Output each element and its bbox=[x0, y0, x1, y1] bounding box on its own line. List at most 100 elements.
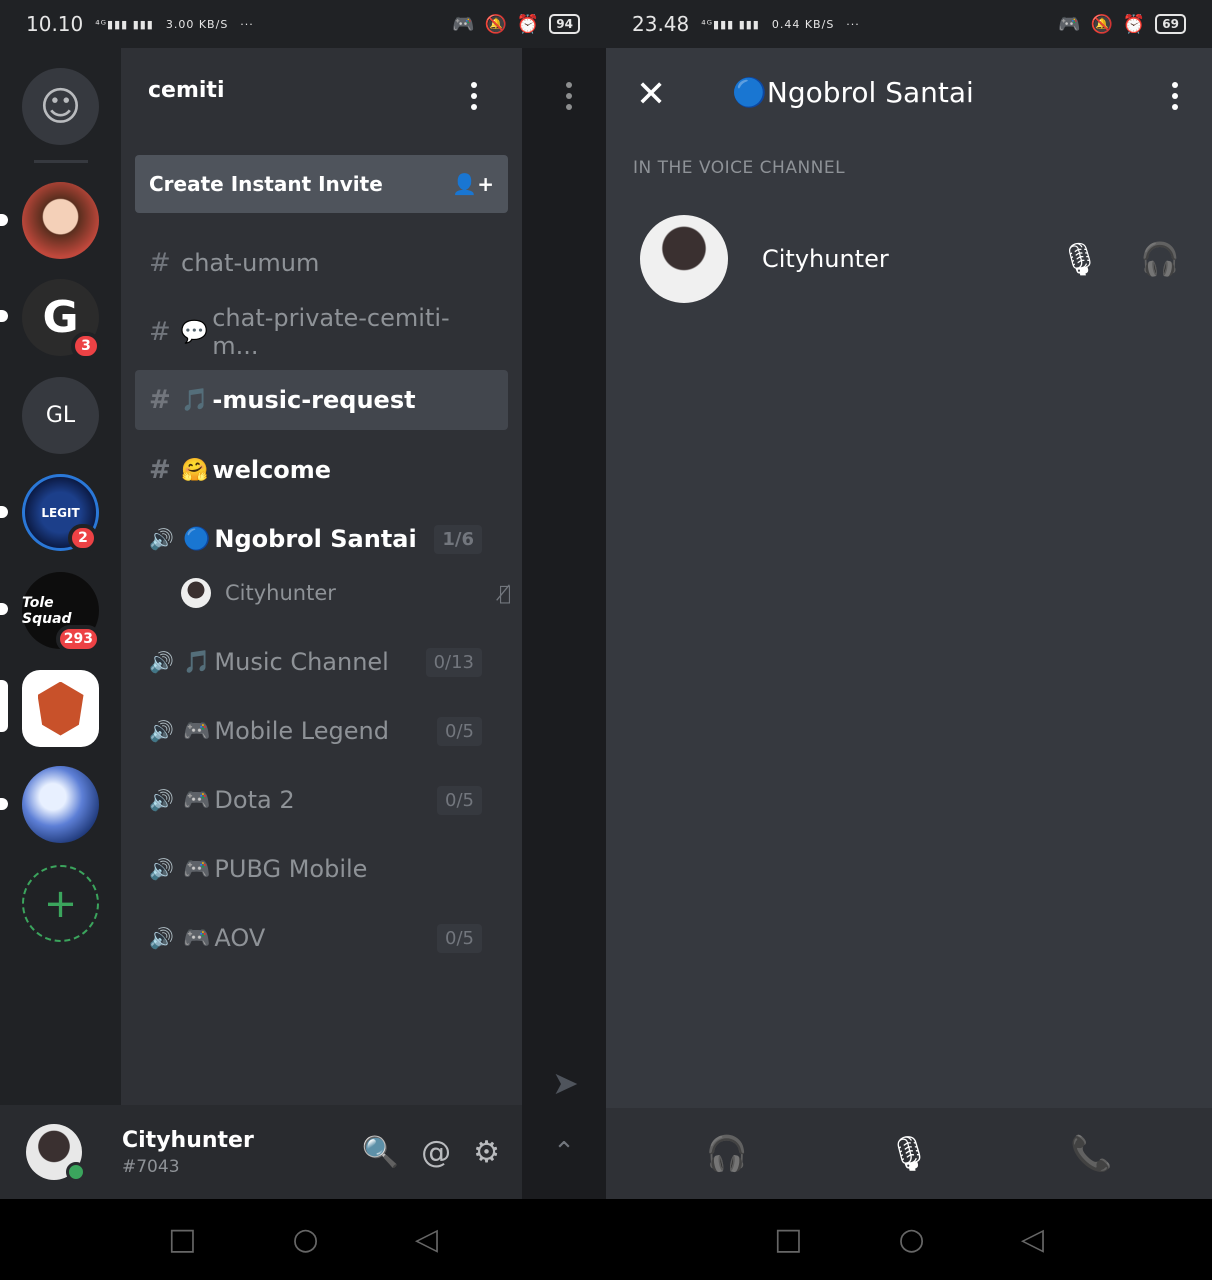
server-avatar-gl[interactable]: GL bbox=[22, 377, 99, 454]
hash-icon: # bbox=[149, 385, 171, 415]
recents-icon[interactable]: □ bbox=[168, 1222, 196, 1257]
speaker-icon: 🔊 bbox=[149, 527, 174, 551]
mic-muted-icon: 🎙̸ bbox=[498, 581, 511, 605]
back-icon[interactable]: ◁ bbox=[415, 1222, 438, 1257]
channel-name: welcome bbox=[212, 456, 332, 484]
server-name[interactable]: cemiti bbox=[148, 78, 224, 103]
avatar bbox=[181, 578, 211, 608]
mention-badge: 2 bbox=[68, 524, 98, 552]
friends-icon[interactable]: ☺ bbox=[22, 68, 99, 145]
hash-icon: # bbox=[149, 248, 171, 278]
channel-emoji: 🎮 bbox=[183, 718, 211, 744]
voice-controls: 🎧 🎙 📞 bbox=[606, 1108, 1212, 1199]
voice-channel-pubg[interactable]: 🔊 🎮 PUBG Mobile bbox=[135, 839, 508, 899]
channel-music-request[interactable]: # 🎵 -music-request bbox=[135, 370, 508, 430]
back-icon[interactable]: ◁ bbox=[1021, 1222, 1044, 1257]
section-label: IN THE VOICE CHANNEL bbox=[633, 158, 846, 178]
channel-emoji: 🔵 bbox=[732, 76, 767, 109]
status-bar: 23.48 ⁴ᴳ▮▮▮ ▮▮▮ 0.44 KB/S ··· 🎮 🔕 ⏰ 69 bbox=[606, 0, 1212, 48]
recents-icon[interactable]: □ bbox=[774, 1222, 802, 1257]
chat-menu-icon[interactable] bbox=[566, 82, 572, 110]
user-count: 0/5 bbox=[437, 785, 482, 815]
voice-channel-music[interactable]: 🔊 🎵 Music Channel 0/13 bbox=[135, 632, 508, 692]
channel-emoji: 🎮 bbox=[183, 787, 211, 813]
voice-title-text: Ngobrol Santai bbox=[766, 76, 974, 109]
user-count: 0/5 bbox=[437, 716, 482, 746]
avatar[interactable] bbox=[26, 1124, 86, 1182]
unread-pill bbox=[0, 214, 8, 226]
home-icon[interactable]: ○ bbox=[293, 1222, 319, 1257]
server-menu-icon[interactable] bbox=[471, 82, 477, 110]
channel-name: PUBG Mobile bbox=[214, 855, 368, 883]
speaker-icon: 🔊 bbox=[149, 857, 174, 881]
signal-icon: ⁴ᴳ▮▮▮ ▮▮▮ bbox=[701, 17, 760, 31]
home-icon[interactable]: ○ bbox=[899, 1222, 925, 1257]
channel-name: chat-umum bbox=[181, 249, 320, 277]
server-avatar-squad[interactable]: Tole Squad 293 bbox=[22, 572, 101, 653]
selected-pill bbox=[0, 680, 8, 732]
user-tag: #7043 bbox=[122, 1156, 180, 1177]
online-status-icon bbox=[66, 1162, 86, 1182]
speaker-icon: 🔊 bbox=[149, 719, 174, 743]
server-avatar-7[interactable] bbox=[22, 766, 99, 843]
alarm-icon: ⏰ bbox=[1122, 13, 1146, 35]
status-bar: 10.10 ⁴ᴳ▮▮▮ ▮▮▮ 3.00 KB/S ··· 🎮 🔕 ⏰ 94 bbox=[0, 0, 606, 48]
more-icon: ··· bbox=[240, 17, 254, 31]
alarm-icon: ⏰ bbox=[516, 13, 540, 35]
battery-icon: 69 bbox=[1155, 14, 1186, 34]
user-name: Cityhunter bbox=[122, 1127, 254, 1153]
status-time: 10.10 bbox=[26, 12, 84, 36]
channel-name: AOV bbox=[214, 924, 266, 952]
mention-icon[interactable]: @ bbox=[421, 1135, 451, 1170]
server-avatar-g[interactable]: G 3 bbox=[22, 279, 101, 360]
microphone-icon: 🎙 bbox=[1059, 240, 1101, 278]
voice-header: ✕ 🔵Ngobrol Santai bbox=[606, 48, 1212, 144]
channel-name: chat-private-cemiti-m... bbox=[212, 304, 450, 360]
voice-channel-mobile-legend[interactable]: 🔊 🎮 Mobile Legend 0/5 bbox=[135, 701, 508, 761]
chevron-up-icon[interactable]: ⌃ bbox=[522, 1105, 606, 1199]
mute-icon: 🔕 bbox=[1090, 13, 1113, 35]
server-avatar-cemiti[interactable] bbox=[22, 670, 99, 747]
chat-overlay: ➤ bbox=[522, 48, 606, 1105]
locked-hash-icon: # bbox=[149, 317, 171, 347]
voice-menu-icon[interactable] bbox=[1172, 82, 1178, 110]
voice-channel-aov[interactable]: 🔊 🎮 AOV 0/5 bbox=[135, 908, 508, 968]
send-icon[interactable]: ➤ bbox=[552, 1064, 579, 1102]
unread-pill bbox=[0, 798, 8, 810]
headphones-icon: 🎧 bbox=[1140, 240, 1180, 278]
channel-name: -music-request bbox=[212, 386, 416, 414]
net-speed: 0.44 KB/S bbox=[771, 17, 835, 31]
user-count: 1/6 bbox=[434, 524, 482, 554]
gear-icon[interactable]: ⚙ bbox=[473, 1135, 500, 1170]
search-icon[interactable]: 🔍 bbox=[362, 1135, 399, 1170]
unread-pill bbox=[0, 603, 8, 615]
unread-pill bbox=[0, 310, 8, 322]
voice-channel-ngobrol[interactable]: 🔊 🔵 Ngobrol Santai 1/6 bbox=[135, 509, 508, 569]
channel-emoji: 🔵 bbox=[183, 526, 211, 552]
channel-welcome[interactable]: # 🤗 welcome bbox=[135, 440, 508, 500]
speaker-icon: 🔊 bbox=[149, 926, 174, 950]
unread-pill bbox=[0, 506, 8, 518]
disconnect-button[interactable]: 📞 bbox=[1070, 1134, 1112, 1174]
server-avatar-legit[interactable]: LEGIT 2 bbox=[22, 474, 99, 552]
headphones-icon: 🎧 bbox=[705, 1133, 749, 1174]
nav-bar: □ ○ ◁ bbox=[606, 1199, 1212, 1280]
deafen-button[interactable]: 🎧 bbox=[706, 1134, 748, 1174]
hugging-face-icon: 🤗 bbox=[181, 457, 209, 483]
add-server-button[interactable]: + bbox=[22, 865, 99, 942]
server-rail: ☺ G 3 GL LEGIT 2 Tole Squad 293 + bbox=[0, 48, 121, 1105]
status-time: 23.48 bbox=[632, 12, 690, 36]
mention-badge: 293 bbox=[55, 625, 101, 653]
user-panel: Cityhunter #7043 🔍 @ ⚙ bbox=[0, 1105, 522, 1199]
voice-member-row[interactable]: Cityhunter 🎙 🎧 bbox=[640, 215, 1180, 303]
more-icon: ··· bbox=[846, 17, 860, 31]
voice-channel-dota[interactable]: 🔊 🎮 Dota 2 0/5 bbox=[135, 770, 508, 830]
channel-chat-private[interactable]: # 💬 chat-private-cemiti-m... bbox=[135, 302, 508, 362]
create-invite-button[interactable]: Create Instant Invite 👤+ bbox=[135, 155, 508, 213]
channel-chat-umum[interactable]: # chat-umum bbox=[135, 233, 508, 293]
close-icon[interactable]: ✕ bbox=[636, 74, 666, 115]
voice-user-row[interactable]: Cityhunter 🎙̸ bbox=[181, 578, 511, 608]
server-avatar-1[interactable] bbox=[22, 182, 99, 259]
mute-button[interactable]: 🎙 bbox=[887, 1134, 930, 1174]
hash-icon: # bbox=[149, 455, 171, 485]
